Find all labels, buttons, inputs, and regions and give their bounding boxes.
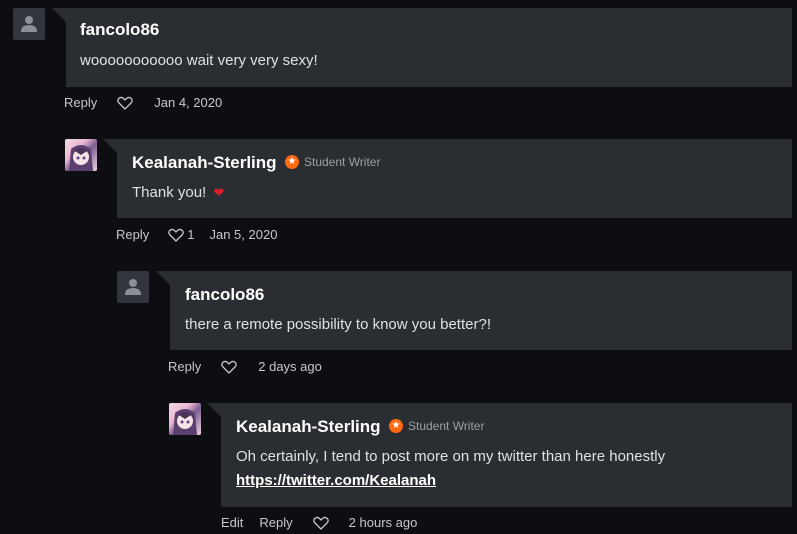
- default-avatar-icon[interactable]: [13, 8, 45, 40]
- writer-badge: ★ Student Writer: [285, 155, 380, 169]
- star-badge-icon: ★: [285, 155, 299, 169]
- comment-bubble: fancolo86 wooooooooooo wait very very se…: [52, 8, 792, 87]
- comment-bubble: Kealanah-Sterling ★ Student Writer Oh ce…: [207, 403, 792, 507]
- comment-timestamp: Jan 4, 2020: [154, 95, 223, 110]
- comment-bubble: Kealanah-Sterling ★ Student Writer Thank…: [103, 139, 792, 218]
- comment-timestamp: 2 days ago: [258, 359, 322, 374]
- badge-label: Student Writer: [408, 419, 485, 433]
- comment-timestamp: 2 hours ago: [348, 515, 418, 530]
- writer-badge: ★ Student Writer: [389, 419, 484, 433]
- like-heart-icon[interactable]: [312, 516, 329, 530]
- reply-button[interactable]: Reply: [168, 359, 201, 374]
- user-avatar[interactable]: [65, 139, 97, 171]
- red-heart-emoji-icon: ❤: [213, 185, 225, 200]
- comment-actions: Reply 1 Jan 5, 2020: [116, 227, 277, 242]
- reply-button[interactable]: Reply: [64, 95, 97, 110]
- like-heart-icon[interactable]: [168, 228, 185, 242]
- comment-actions: Edit Reply 2 hours ago: [221, 515, 417, 530]
- comment-username[interactable]: Kealanah-Sterling: [132, 153, 277, 173]
- twitter-link[interactable]: https://twitter.com/Kealanah: [236, 472, 436, 489]
- comment-text: wooooooooooo wait very very sexy!: [80, 52, 318, 69]
- like-heart-icon[interactable]: [221, 360, 238, 374]
- edit-button[interactable]: Edit: [221, 515, 243, 530]
- like-heart-icon[interactable]: [117, 96, 134, 110]
- comment-username[interactable]: Kealanah-Sterling: [236, 417, 381, 437]
- comment-timestamp: Jan 5, 2020: [209, 227, 278, 242]
- comment-actions: Reply Jan 4, 2020: [64, 95, 222, 110]
- comment-actions: Reply 2 days ago: [168, 359, 322, 374]
- reply-button[interactable]: Reply: [116, 227, 149, 242]
- comment-text: there a remote possibility to know you b…: [185, 316, 491, 333]
- comment-username[interactable]: fancolo86: [185, 285, 264, 305]
- like-count: 1: [187, 227, 195, 242]
- default-avatar-icon[interactable]: [117, 271, 149, 303]
- comment-username[interactable]: fancolo86: [80, 20, 159, 40]
- comment-bubble: fancolo86 there a remote possibility to …: [156, 271, 792, 350]
- comment-text: Thank you! ❤: [132, 184, 224, 201]
- star-badge-icon: ★: [389, 419, 403, 433]
- comment-text-content: Thank you!: [132, 184, 207, 201]
- comment-text: Oh certainly, I tend to post more on my …: [236, 448, 666, 465]
- badge-label: Student Writer: [304, 155, 381, 169]
- reply-button[interactable]: Reply: [259, 515, 292, 530]
- user-avatar[interactable]: [169, 403, 201, 435]
